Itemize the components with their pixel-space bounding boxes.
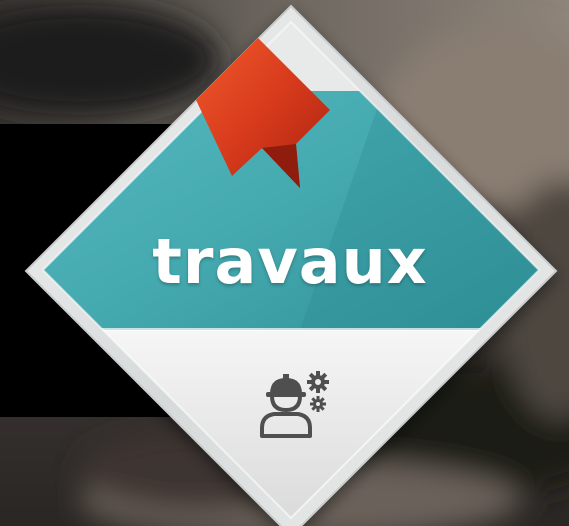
badge-scene: travaux [0,0,569,526]
worker-with-gears-icon [260,371,329,438]
badge-title: travaux [152,225,428,298]
